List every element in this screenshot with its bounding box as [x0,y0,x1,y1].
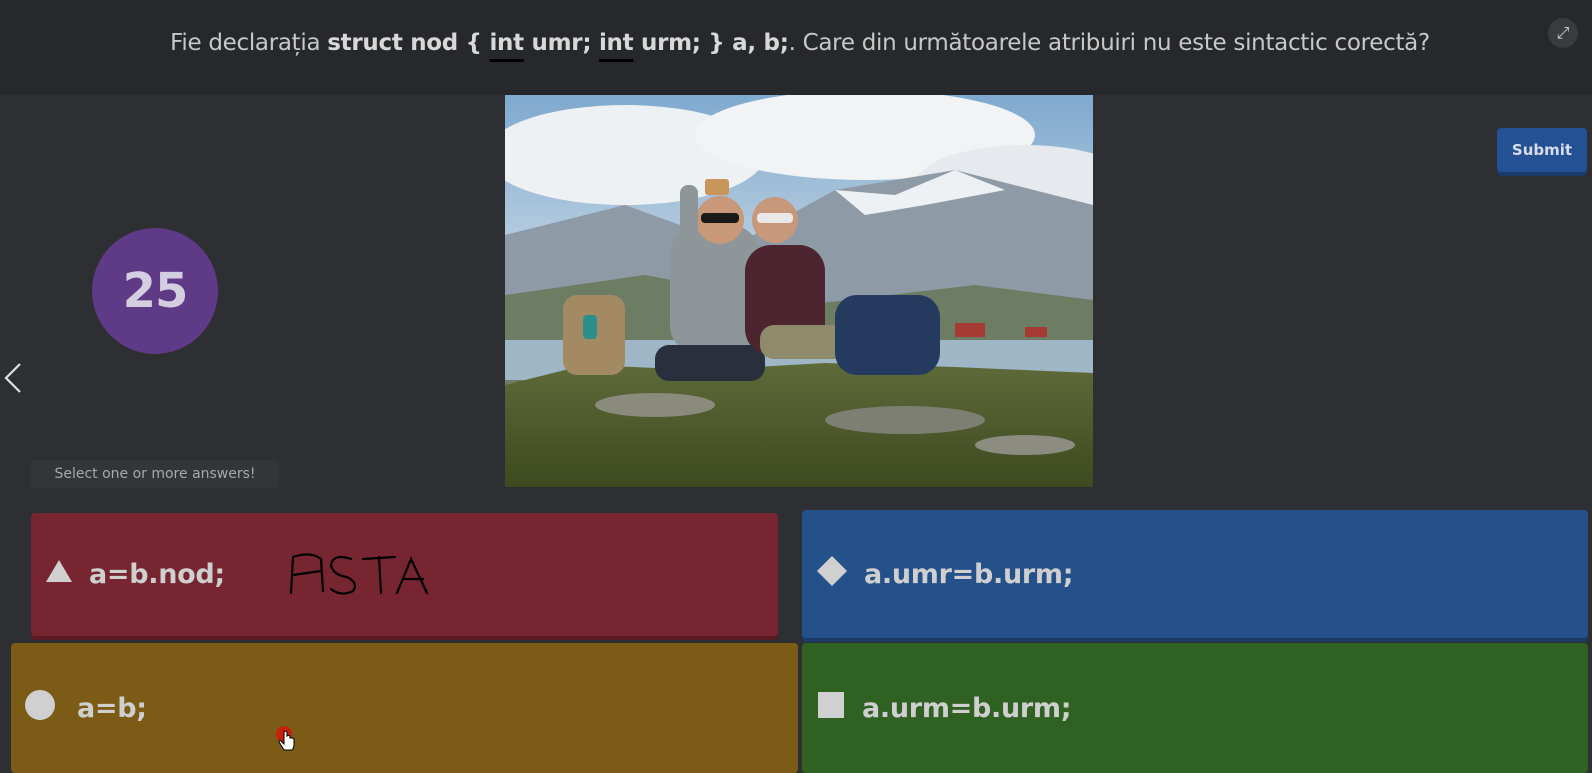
answer-text: a.umr=b.urm; [864,558,1074,590]
hand-pointer-icon [276,726,298,756]
keyword-int-second: int [598,30,634,56]
square-icon [818,691,844,725]
answer-hint: Select one or more answers! [31,460,279,488]
keyword-int-first: int [489,30,524,56]
question-prefix: Fie declarația [170,30,328,56]
question-text: Fie declarația struct nod { int umr; int… [0,30,1592,56]
answer-option-2[interactable]: a.umr=b.urm; [802,510,1588,638]
answer-text: a=b.nod; [89,559,225,590]
question-bar: Fie declarația struct nod { int umr; int… [0,0,1592,95]
answer-text: a=b; [77,692,147,724]
triangle-icon [45,559,73,590]
answer-option-3[interactable]: a=b; [11,643,798,773]
answer-text: a.urm=b.urm; [862,692,1072,724]
answer-option-1[interactable]: a=b.nod; [31,513,778,636]
question-suffix: . Care din următoarele atribuiri nu este… [788,30,1431,56]
expand-icon[interactable]: ⤢ [1548,18,1578,48]
question-image [505,95,1093,487]
question-code: struct nod { int umr; int urm; } a, b; [327,30,789,56]
answer-option-4[interactable]: a.urm=b.urm; [802,643,1588,773]
diamond-icon [816,555,848,594]
handwritten-annotation [285,549,435,606]
countdown-timer: 25 [92,228,218,354]
circle-icon [25,689,55,727]
chevron-left-icon[interactable] [0,358,26,398]
submit-button[interactable]: Submit [1497,128,1587,172]
